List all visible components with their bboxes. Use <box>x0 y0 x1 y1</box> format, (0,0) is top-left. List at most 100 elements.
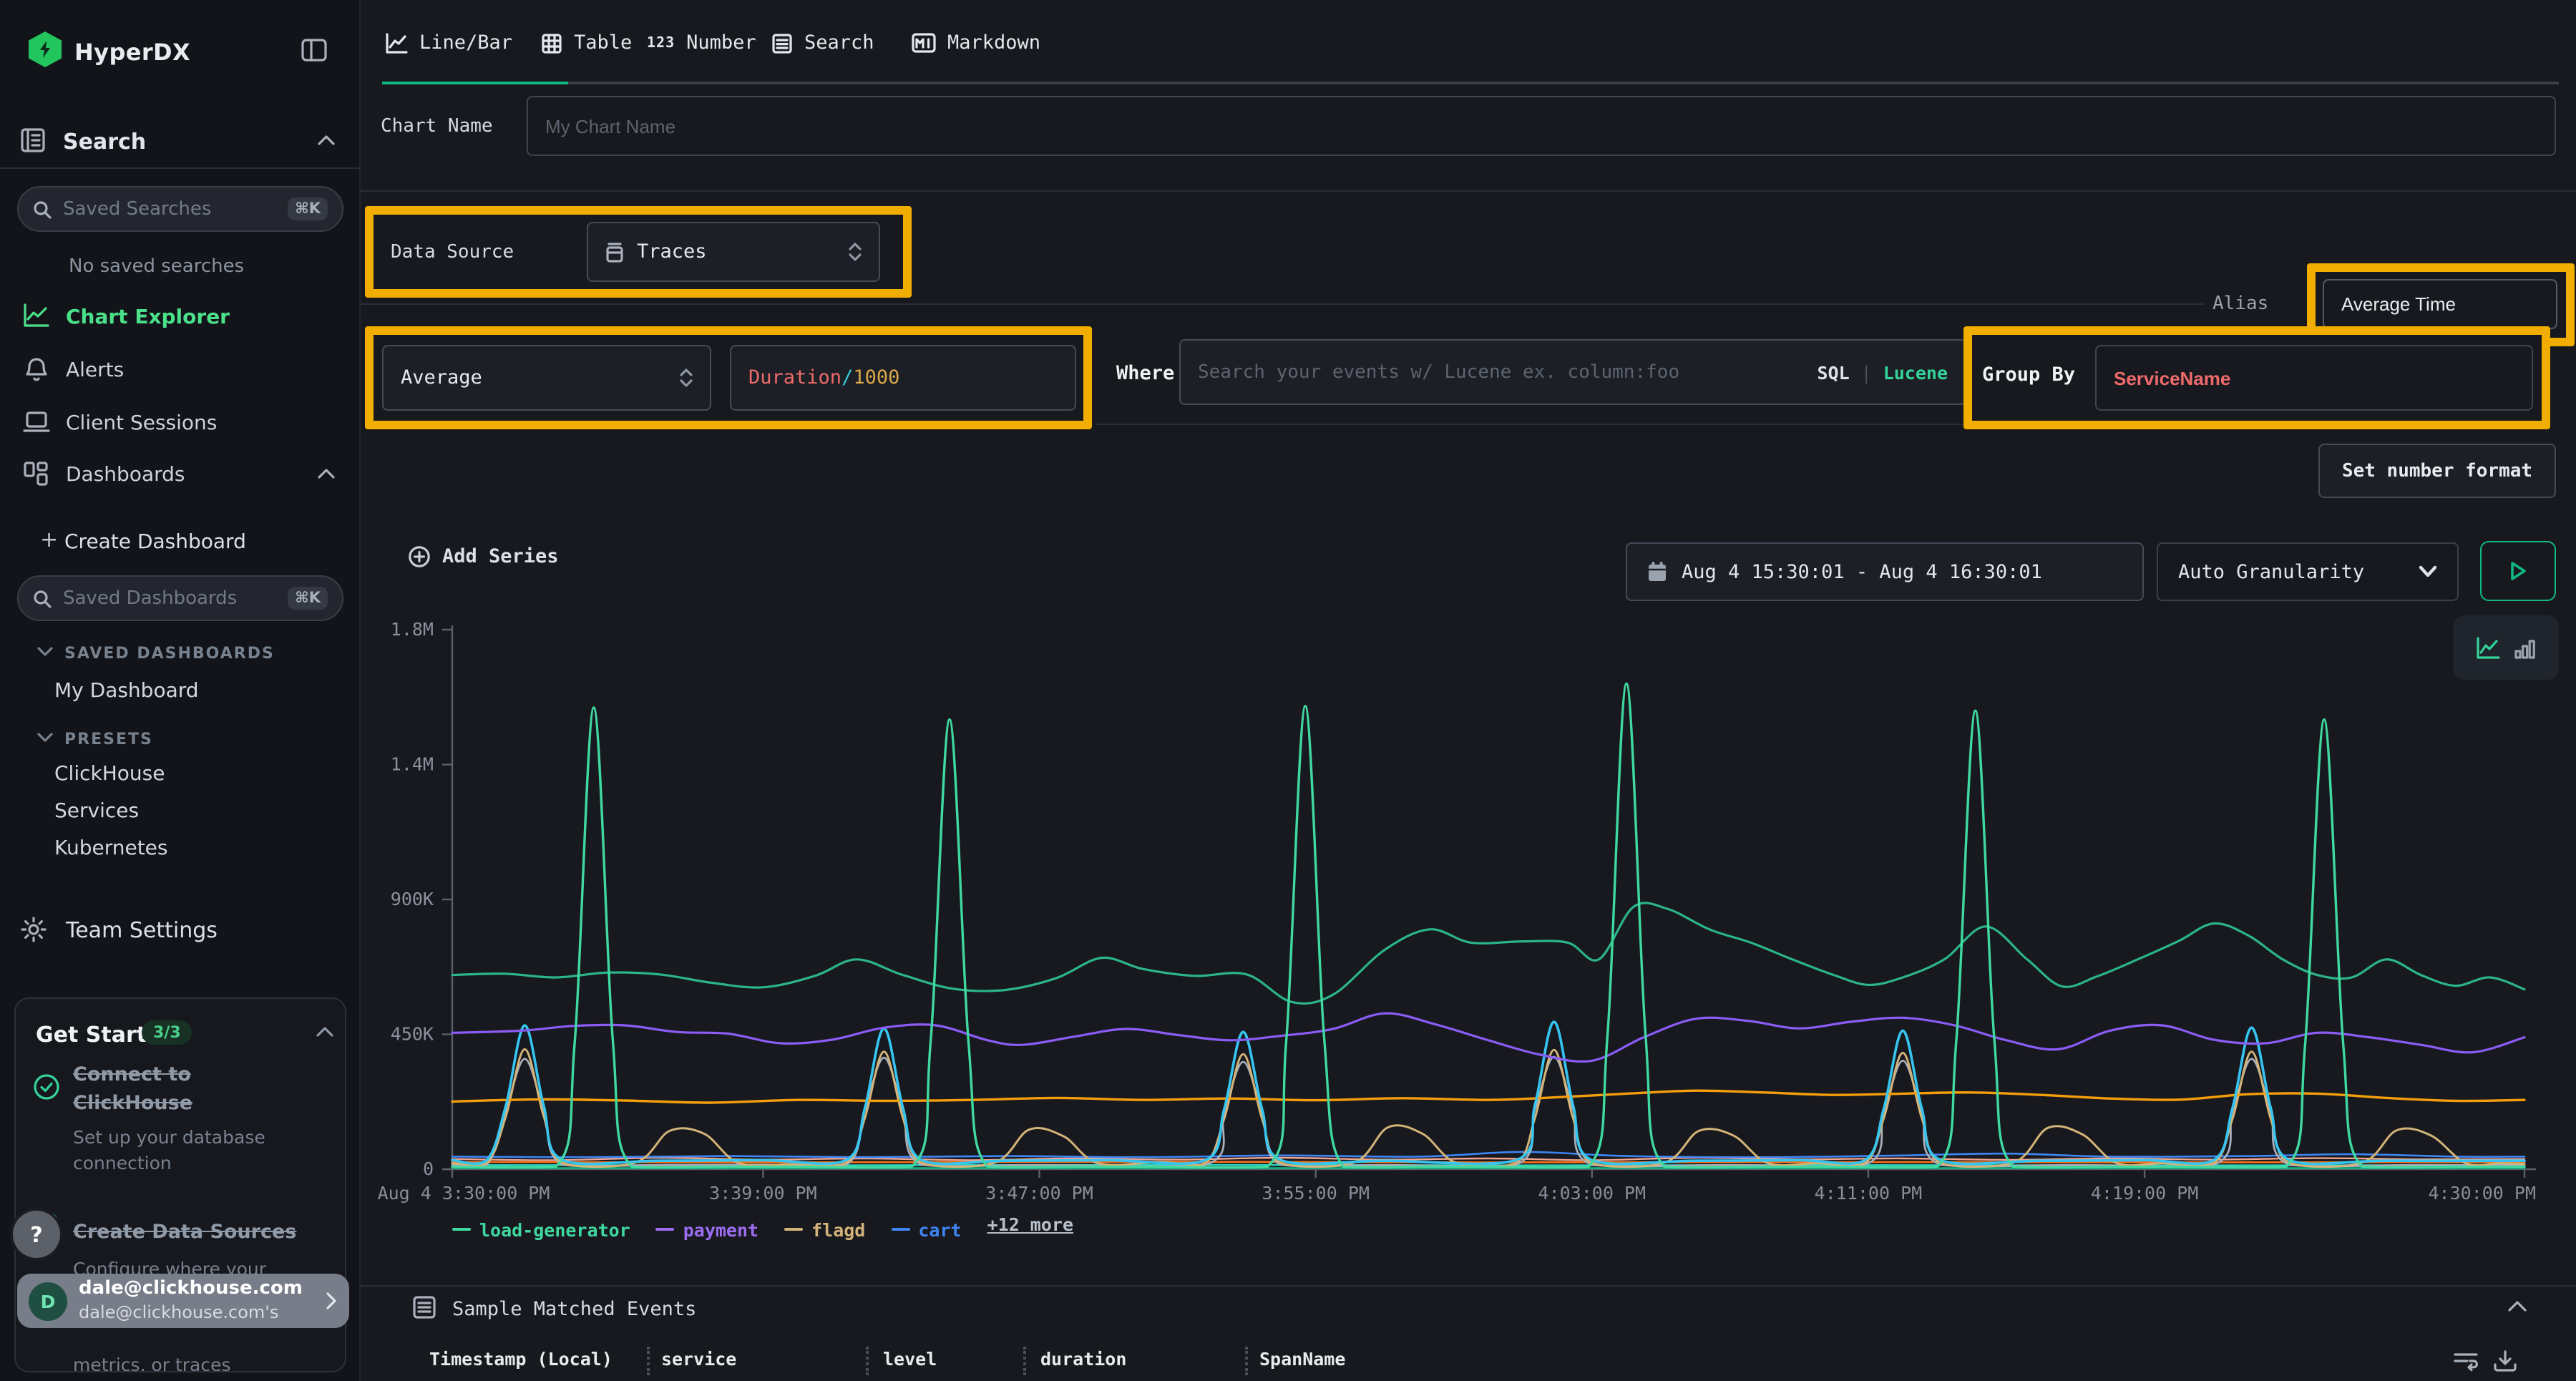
table-icon <box>541 32 562 54</box>
sidebar-item-dashboards[interactable]: Dashboards <box>66 464 185 487</box>
saved-searches-placeholder: Saved Searches <box>63 198 211 220</box>
sidebar-section-search[interactable]: Search <box>63 129 146 155</box>
lucene-toggle[interactable]: Lucene <box>1883 361 1948 383</box>
where-input[interactable]: Search your events w/ Lucene ex. column:… <box>1179 339 1966 405</box>
chevron-down-icon[interactable] <box>37 733 53 743</box>
legend-item-payment[interactable]: payment <box>656 1219 758 1240</box>
sidebar-item-team-settings[interactable]: Team Settings <box>66 917 218 943</box>
markdown-icon <box>912 33 936 53</box>
expression-value: 1000 <box>853 366 899 389</box>
sidebar-collapse-icon[interactable] <box>301 37 328 64</box>
section-divider <box>361 190 2576 192</box>
get-started-item-title[interactable]: Create Data Sources <box>73 1221 331 1244</box>
get-started-item-title[interactable]: Connect to ClickHouse <box>73 1062 288 1118</box>
column-header-timestamp-local-[interactable]: Timestamp (Local) <box>429 1348 613 1370</box>
legend-item-cart[interactable]: cart <box>891 1219 961 1240</box>
chart-name-input[interactable] <box>527 96 2556 156</box>
list-icon <box>412 1295 436 1319</box>
set-number-format-button[interactable]: Set number format <box>2318 444 2556 498</box>
tab-search[interactable]: Search <box>771 31 874 54</box>
events-collapse-chevron-icon[interactable] <box>2507 1299 2527 1312</box>
column-header-spanname[interactable]: SpanName <box>1259 1348 1345 1370</box>
get-started-chevron-up-icon[interactable] <box>316 1026 333 1038</box>
sidebar-item-client-sessions[interactable]: Client Sessions <box>66 412 217 435</box>
chart-legend: load-generator payment flagd cart +12 more <box>452 1209 1073 1240</box>
sidebar-item-alerts[interactable]: Alerts <box>66 359 124 382</box>
download-icon[interactable] <box>2493 1350 2517 1372</box>
legend-more-link[interactable]: +12 more <box>987 1214 1073 1235</box>
granularity-select[interactable]: Auto Granularity <box>2157 542 2459 601</box>
user-menu[interactable]: D dale@clickhouse.com dale@clickhouse.co… <box>17 1274 349 1328</box>
help-button[interactable]: ? <box>13 1211 60 1258</box>
legend-item-flagd[interactable]: flagd <box>784 1219 865 1240</box>
sidebar-item-chart-explorer[interactable]: Chart Explorer <box>66 306 230 329</box>
tab-line-bar[interactable]: Line/Bar <box>385 31 512 54</box>
help-label: ? <box>30 1221 42 1247</box>
create-dashboard-button[interactable]: Create Dashboard <box>64 531 246 554</box>
data-source-highlight: Data Source Traces <box>365 206 912 298</box>
data-source-label: Data Source <box>391 242 514 263</box>
add-series-button[interactable]: Add Series <box>408 545 559 568</box>
toggle-separator: | <box>1861 361 1872 383</box>
dashboards-chevron-up-icon[interactable] <box>318 468 335 479</box>
column-header-service[interactable]: service <box>661 1348 736 1370</box>
avatar: D <box>29 1282 67 1320</box>
bar-chart-toggle-icon[interactable] <box>2514 636 2536 659</box>
document-list-icon <box>771 32 793 54</box>
column-separator[interactable] <box>866 1347 869 1375</box>
date-range-picker[interactable]: Aug 4 15:30:01 - Aug 4 16:30:01 <box>1626 542 2144 601</box>
data-source-select[interactable]: Traces <box>587 222 880 282</box>
tab-number[interactable]: 123 Number <box>647 31 756 54</box>
database-icon <box>605 241 624 263</box>
aggregation-select[interactable]: Average <box>382 345 711 411</box>
group-presets[interactable]: PRESETS <box>64 730 153 748</box>
sidebar-item-kubernetes[interactable]: Kubernetes <box>54 837 168 860</box>
sql-toggle[interactable]: SQL <box>1817 361 1849 383</box>
user-email: dale@clickhouse.com <box>79 1279 303 1302</box>
legend-item-load-generator[interactable]: load-generator <box>452 1219 630 1240</box>
bell-icon <box>24 356 49 382</box>
get-started-item-desc: Set up your database connection <box>73 1125 299 1175</box>
group-by-highlight: Group By <box>1963 326 2550 429</box>
saved-searches-input[interactable]: Saved Searches ⌘K <box>17 186 343 232</box>
sidebar-item-my-dashboard[interactable]: My Dashboard <box>54 680 199 703</box>
line-chart-icon <box>23 303 50 328</box>
shortcut-badge: ⌘K <box>288 197 328 220</box>
saved-dashboards-input[interactable]: Saved Dashboards ⌘K <box>17 575 343 621</box>
expression-input[interactable]: Duration/1000 <box>730 345 1076 411</box>
search-section-chevron-up-icon[interactable] <box>318 135 335 146</box>
sidebar-item-clickhouse[interactable]: ClickHouse <box>54 763 165 786</box>
column-header-level[interactable]: level <box>883 1348 937 1370</box>
tab-table[interactable]: Table <box>541 31 632 54</box>
legend-swatch <box>891 1228 909 1231</box>
wrap-text-icon[interactable] <box>2453 1351 2479 1372</box>
sidebar-item-services[interactable]: Services <box>54 800 139 823</box>
aggregation-value: Average <box>401 366 482 389</box>
shortcut-badge: ⌘K <box>288 587 328 610</box>
select-updown-icon <box>680 368 693 388</box>
legend-swatch <box>784 1228 803 1231</box>
search-icon <box>33 589 52 607</box>
legend-swatch <box>452 1228 471 1231</box>
chart-type-toggle <box>2453 615 2559 680</box>
group-by-input[interactable] <box>2095 345 2533 411</box>
column-separator[interactable] <box>1023 1347 1026 1375</box>
run-query-button[interactable] <box>2480 541 2556 601</box>
hyperdx-chart-explorer-page: HyperDX Search Saved Searches ⌘K No save… <box>0 0 2576 1381</box>
column-separator[interactable] <box>1245 1347 1248 1375</box>
search-section-icon <box>20 127 46 153</box>
active-tab-underline <box>382 82 568 84</box>
column-separator[interactable] <box>647 1347 650 1375</box>
where-placeholder: Search your events w/ Lucene ex. column:… <box>1198 361 1679 383</box>
gear-icon <box>20 916 47 943</box>
line-chart-toggle-icon[interactable] <box>2476 636 2500 659</box>
chevron-right-icon <box>325 1291 338 1311</box>
plus-icon: + <box>40 527 58 552</box>
alias-input[interactable] <box>2323 279 2557 329</box>
data-source-value: Traces <box>637 240 707 263</box>
chart-name-label: Chart Name <box>381 116 493 137</box>
group-saved-dashboards[interactable]: SAVED DASHBOARDS <box>64 644 275 663</box>
column-header-duration[interactable]: duration <box>1040 1348 1126 1370</box>
tab-markdown[interactable]: Markdown <box>912 31 1040 54</box>
chevron-down-icon[interactable] <box>37 647 53 657</box>
